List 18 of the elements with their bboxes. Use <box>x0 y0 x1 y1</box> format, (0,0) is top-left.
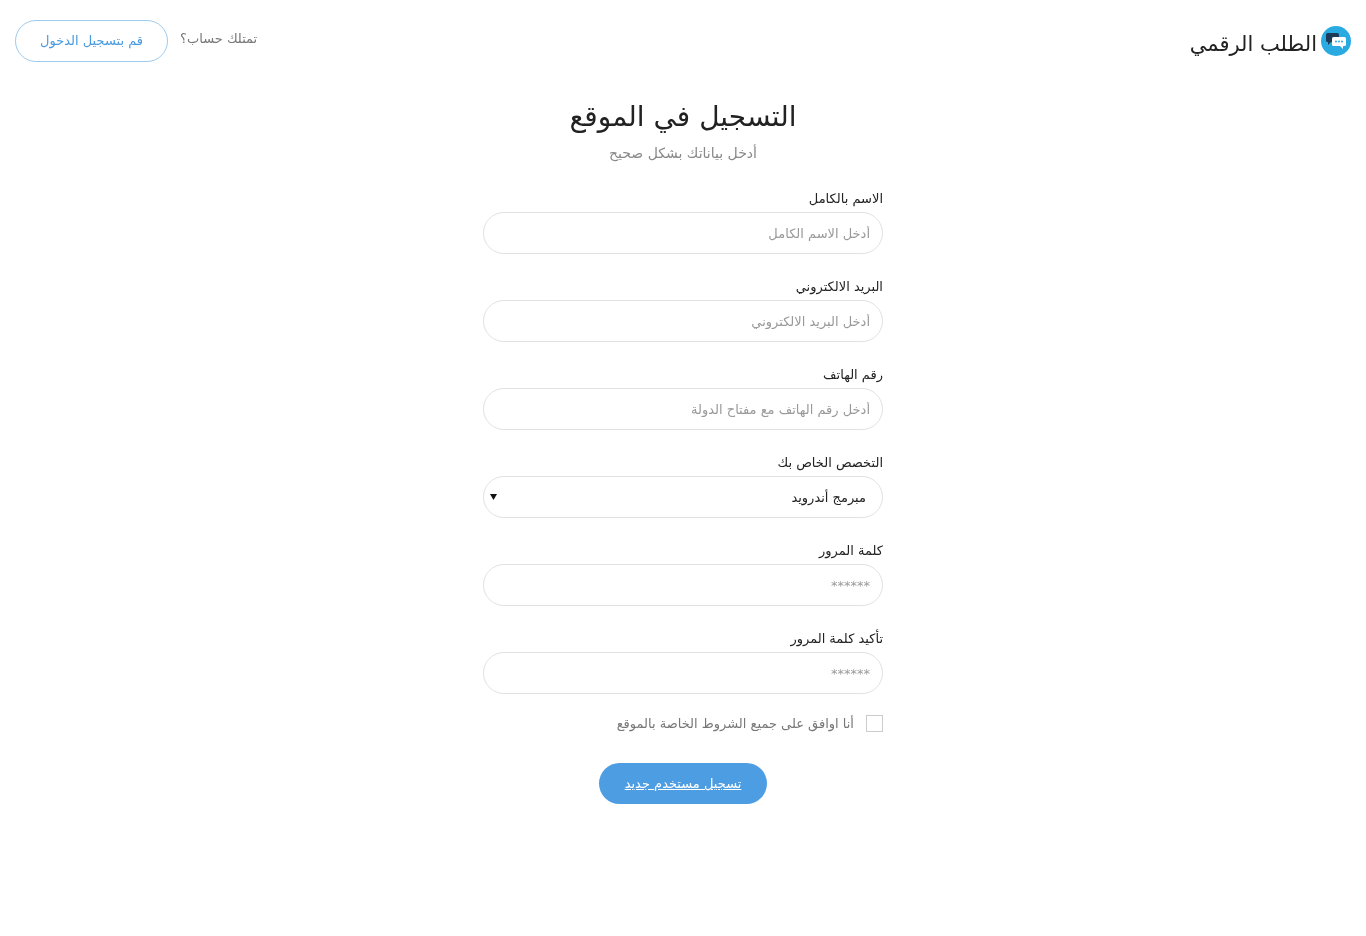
field-label: التخصص الخاص بك <box>777 455 883 473</box>
field-label: البريد الالكتروني <box>795 279 883 297</box>
page-title: التسجيل في الموقع <box>569 100 797 133</box>
page-subtitle: أدخل بياناتك بشكل صحيح <box>609 145 757 161</box>
login-button[interactable]: قم بتسجيل الدخول <box>15 19 169 62</box>
password-field[interactable]: ****** <box>483 564 883 606</box>
password-field[interactable]: ****** <box>483 652 883 694</box>
field-label: كلمة المرور <box>819 543 883 561</box>
field-label: رقم الهاتف <box>823 367 883 385</box>
register-button[interactable]: تسجيل مستخدم جديد <box>598 763 768 804</box>
brand-name: الطلب الرقمي <box>1189 31 1317 56</box>
login-prompt: تمتلك حساب؟ <box>180 31 258 46</box>
terms-label: أنا اوافق على جميع الشروط الخاصة بالموقع <box>616 716 854 731</box>
terms-checkbox[interactable] <box>866 715 883 732</box>
chat-bubbles-icon <box>1321 25 1351 56</box>
field-label: الاسم بالكامل <box>808 191 883 209</box>
caret-icon <box>490 494 497 500</box>
field-label: تأكيد كلمة المرور <box>790 631 883 649</box>
